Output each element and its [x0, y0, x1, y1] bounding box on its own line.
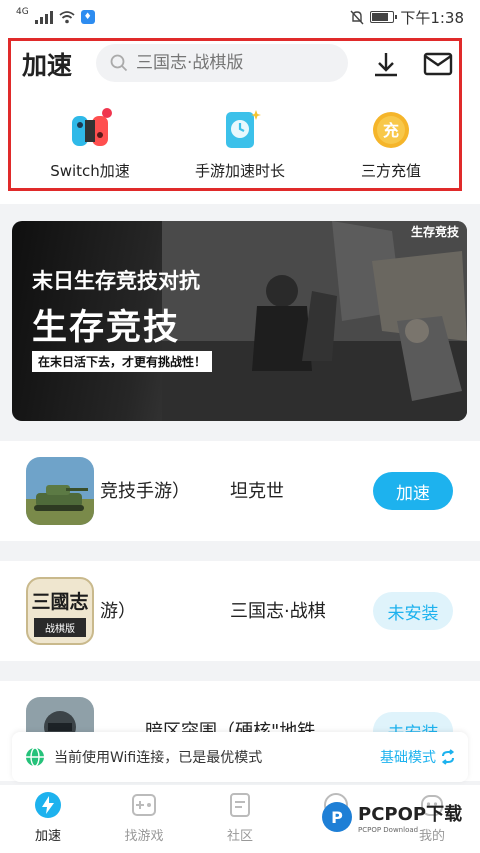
signal-icon [34, 10, 53, 24]
game-card[interactable]: 竞技手游） 坦克世 加速 [0, 441, 480, 541]
quick-action-label: 手游加速时长 [194, 162, 285, 180]
network-label: 4G [16, 7, 29, 17]
wifi-icon [59, 10, 75, 23]
connection-notice: 当前使用Wifi连接，已是最优模式 基础模式 [12, 732, 468, 782]
svg-text:P: P [331, 808, 343, 827]
game-card[interactable]: 三國志 战棋版 游） 三国志·战棋 未安装 [0, 561, 480, 661]
quick-action-switch[interactable]: Switch加速 [15, 108, 165, 181]
clock: 下午1:38 [400, 8, 464, 27]
globe-icon [26, 747, 44, 767]
status-right: 下午1:38 [350, 7, 464, 28]
status-left: 4G ♦ [16, 7, 95, 24]
tab-label: 社区 [226, 829, 253, 844]
watermark-subtext: PCPOP Download [358, 826, 419, 834]
status-bar: 4G ♦ 下午1:38 [0, 0, 480, 34]
sanguozhi-game-icon: 三國志 战棋版 [26, 577, 94, 645]
notice-text: 当前使用Wifi连接，已是最优模式 [54, 750, 263, 766]
mail-icon [423, 52, 453, 76]
phone-clock-icon [218, 108, 262, 152]
page-title: 加速 [22, 51, 73, 80]
pcpop-logo-icon: P [322, 802, 352, 832]
icon-subtitle: 战棋版 [34, 618, 86, 637]
game-name: 竞技手游） [100, 481, 190, 502]
header: 加速 Switch加速 [0, 34, 480, 204]
banner-title: 生存竞技 [32, 308, 181, 348]
search-input[interactable] [134, 52, 338, 74]
game-name-secondary: 坦克世 [230, 481, 284, 502]
accelerate-button[interactable]: 加速 [373, 472, 453, 510]
refresh-icon [441, 749, 455, 765]
quick-action-label: Switch加速 [50, 162, 130, 180]
battery-icon [370, 11, 398, 23]
gamepad-icon [130, 791, 158, 819]
tab-label: 加速 [34, 829, 61, 844]
banner-subtitle: 末日生存竞技对抗 [32, 269, 200, 293]
recharge-glyph: 充 [383, 121, 399, 140]
search-icon [110, 54, 128, 72]
tab-label: 找游戏 [124, 829, 164, 844]
promo-banner[interactable]: 末日生存竞技对抗 生存竞技 在末日活下去，才更有挑战性！ 生存竞技 [12, 221, 467, 421]
watermark-text: PCPOP下载 [358, 804, 463, 825]
icon-title: 三國志 [31, 591, 89, 613]
tank-game-icon [26, 457, 94, 525]
mode-switch[interactable]: 基础模式 [380, 747, 456, 767]
watermark: P PCPOP下载 PCPOP Download [320, 800, 462, 834]
tab-find-games[interactable]: 找游戏 [96, 785, 192, 853]
banner-artwork [162, 221, 467, 421]
tab-accelerate[interactable]: 加速 [0, 785, 96, 853]
quick-action-recharge[interactable]: 充 三方充值 [316, 108, 466, 181]
document-icon [226, 791, 254, 819]
not-installed-button[interactable]: 未安装 [373, 592, 453, 630]
download-icon [375, 53, 397, 77]
banner-tagline: 在末日活下去，才更有挑战性！ [32, 351, 213, 372]
quick-action-label: 三方充值 [360, 162, 421, 180]
game-name: 游） [100, 601, 136, 622]
message-button[interactable] [422, 48, 454, 80]
shield-icon: ♦ [80, 10, 95, 24]
banner-corner-label: 生存竞技 [410, 225, 459, 239]
switch-controller-icon [68, 108, 112, 152]
search-bar[interactable] [96, 44, 348, 82]
recharge-coin-icon: 充 [369, 108, 413, 152]
bolt-icon [34, 791, 62, 819]
mode-label: 基础模式 [380, 750, 436, 766]
quick-action-mobile-time[interactable]: 手游加速时长 [165, 108, 315, 181]
mute-bell-icon [350, 10, 364, 24]
game-name-secondary: 三国志·战棋 [230, 601, 326, 622]
download-button[interactable] [370, 48, 402, 80]
tab-community[interactable]: 社区 [192, 785, 288, 853]
